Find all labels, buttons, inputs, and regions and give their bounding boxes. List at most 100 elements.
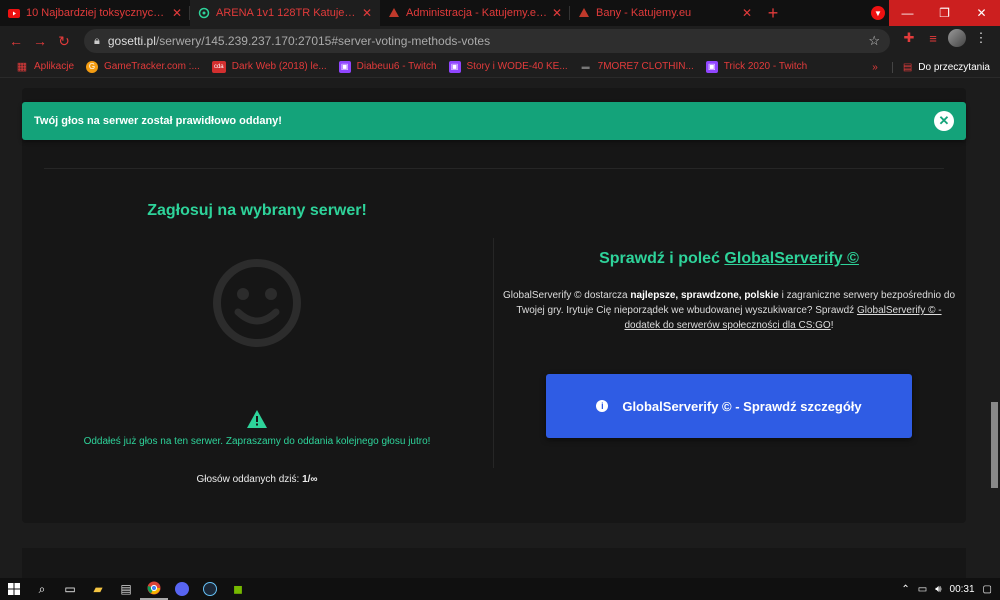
info-icon: i bbox=[596, 400, 609, 412]
youtube-icon bbox=[8, 7, 20, 19]
next-card bbox=[22, 548, 966, 578]
katujemy-icon bbox=[578, 7, 590, 19]
votes-today-label: Głosów oddanych dziś: bbox=[196, 474, 303, 485]
file-explorer-icon[interactable]: ▰ bbox=[84, 578, 112, 600]
extensions-icon[interactable]: ✚ bbox=[900, 30, 918, 46]
chevron-right-icon[interactable]: » bbox=[872, 62, 878, 73]
tab-title: Bany - Katujemy.eu bbox=[596, 7, 692, 19]
twitch-icon: ▣ bbox=[448, 60, 461, 73]
clothing-icon: ▬ bbox=[581, 62, 590, 71]
tab-title: 10 Najbardziej toksycznych subs bbox=[26, 7, 168, 19]
chevron-up-icon[interactable]: ⌃ bbox=[901, 584, 909, 595]
server-icon bbox=[198, 7, 210, 19]
gametracker-icon: G bbox=[86, 60, 99, 73]
tab-youtube[interactable]: 10 Najbardziej toksycznych subs ✕ bbox=[0, 0, 190, 26]
new-tab-button[interactable]: + bbox=[760, 0, 786, 26]
desc-text: ! bbox=[830, 320, 834, 331]
bookmark-gametracker[interactable]: G GameTracker.com :... bbox=[80, 60, 206, 73]
bookmark-story[interactable]: ▣ Story i WODE-40 KE... bbox=[443, 60, 574, 73]
window-controls: — ❐ ✕ bbox=[889, 0, 1000, 26]
globalserverify-heading: Sprawdź i poleć GlobalServerify © bbox=[494, 250, 964, 268]
scrollbar-thumb[interactable] bbox=[991, 402, 998, 488]
bookmark-label: 7MORE7 CLOTHIN... bbox=[597, 61, 694, 72]
notifications-icon[interactable]: ▢ bbox=[983, 584, 992, 595]
vote-heading: Zagłosuj na wybrany serwer! bbox=[147, 202, 367, 219]
divider bbox=[493, 238, 494, 468]
success-alert: Twój głos na serwer został prawidłowo od… bbox=[22, 102, 966, 140]
apps-icon: ▦ bbox=[16, 61, 28, 73]
bookmark-apps[interactable]: ▦ Aplikacje bbox=[10, 61, 80, 73]
reading-list-button[interactable]: ▤ Do przeczytania bbox=[891, 61, 990, 73]
close-icon[interactable]: ✕ bbox=[172, 6, 182, 20]
toolbar: ← → ↻ 🔒︎ gosetti.pl /serwery/145.239.237… bbox=[0, 26, 1000, 56]
globalserverify-details-button[interactable]: i GlobalServerify © - Sprawdź szczegóły bbox=[546, 374, 912, 438]
avatar[interactable] bbox=[948, 29, 966, 47]
tab-bany[interactable]: Bany - Katujemy.eu ✕ bbox=[570, 0, 760, 26]
toolbar-actions: ✚ ≡ ⋮ bbox=[900, 29, 990, 47]
clock[interactable]: 00:31 bbox=[950, 584, 975, 595]
windows-start-icon[interactable] bbox=[0, 578, 28, 600]
votes-today-value: 1/∞ bbox=[302, 474, 318, 485]
bookmark-label: Trick 2020 - Twitch bbox=[723, 61, 808, 72]
bookmark-trick[interactable]: ▣ Trick 2020 - Twitch bbox=[700, 60, 813, 73]
reading-list-icon: ▤ bbox=[902, 61, 913, 73]
search-icon[interactable]: ⌕ bbox=[28, 578, 56, 600]
tab-strip: 10 Najbardziej toksycznych subs ✕ ARENA … bbox=[0, 0, 1000, 26]
divider bbox=[44, 168, 944, 169]
bookmarks-right: » ▤ Do przeczytania bbox=[872, 56, 990, 78]
star-icon[interactable]: ☆ bbox=[868, 33, 880, 49]
globalserverify-description: GlobalServerify © dostarcza najlepsze, s… bbox=[502, 288, 956, 333]
bookmark-diabeuu6[interactable]: ▣ Diabeuu6 - Twitch bbox=[333, 60, 443, 73]
taskbar: ⌕ ▭ ▰ ▤ ◼ ⌃ ▭ 🔊︎ 00:31 ▢ bbox=[0, 578, 1000, 600]
smile-icon bbox=[213, 259, 301, 347]
bookmark-dark-web[interactable]: cda Dark Web (2018) le... bbox=[206, 60, 333, 73]
bookmark-label: Dark Web (2018) le... bbox=[231, 61, 327, 72]
volume-icon[interactable]: 🔊︎ bbox=[935, 584, 941, 595]
globalserverify-link[interactable]: GlobalServerify © bbox=[724, 250, 859, 267]
close-icon[interactable]: ✕ bbox=[934, 111, 954, 131]
tab-arena[interactable]: ARENA 1v1 128TR Katujemy.eu ✕ bbox=[190, 0, 380, 26]
steam-icon[interactable] bbox=[196, 578, 224, 600]
chrome-icon[interactable] bbox=[140, 578, 168, 600]
close-window-button[interactable]: ✕ bbox=[963, 0, 1000, 26]
desc-bold: najlepsze, sprawdzone, polskie bbox=[630, 290, 779, 301]
lock-icon: 🔒︎ bbox=[94, 34, 100, 47]
tab-title: ARENA 1v1 128TR Katujemy.eu bbox=[216, 7, 358, 19]
page-content: Twój głos na serwer został prawidłowo od… bbox=[0, 78, 988, 578]
discord-icon[interactable] bbox=[168, 578, 196, 600]
reading-list-label: Do przeczytania bbox=[918, 61, 990, 73]
network-icon[interactable]: ▭ bbox=[918, 584, 927, 595]
address-bar[interactable]: 🔒︎ gosetti.pl /serwery/145.239.237.170:2… bbox=[84, 29, 890, 53]
back-icon[interactable]: ← bbox=[4, 29, 28, 53]
desc-text: GlobalServerify © dostarcza bbox=[502, 290, 631, 301]
store-icon[interactable]: ▤ bbox=[112, 578, 140, 600]
menu-icon[interactable]: ⋮ bbox=[972, 30, 990, 46]
reload-icon[interactable]: ↻ bbox=[52, 29, 76, 53]
heading-prefix: Sprawdź i poleć bbox=[599, 250, 725, 267]
url-host: gosetti.pl bbox=[107, 34, 156, 48]
playlist-icon[interactable]: ≡ bbox=[924, 31, 942, 46]
url-path: /serwery/145.239.237.170:27015#server-vo… bbox=[155, 34, 491, 48]
minimize-button[interactable]: — bbox=[889, 0, 926, 26]
tab-title: Administracja - Katujemy.eu - Se bbox=[406, 7, 548, 19]
cda-icon: cda bbox=[211, 60, 226, 73]
bookmark-label: Diabeuu6 - Twitch bbox=[356, 61, 437, 72]
twitch-icon: ▣ bbox=[705, 60, 718, 73]
media-icon[interactable]: ▼ bbox=[871, 6, 885, 20]
bookmark-label: GameTracker.com :... bbox=[104, 61, 200, 72]
close-icon[interactable]: ✕ bbox=[742, 6, 752, 20]
scrollbar[interactable] bbox=[988, 78, 1000, 578]
maximize-button[interactable]: ❐ bbox=[926, 0, 963, 26]
button-label: GlobalServerify © - Sprawdź szczegóły bbox=[622, 398, 862, 414]
tab-administracja[interactable]: Administracja - Katujemy.eu - Se ✕ bbox=[380, 0, 570, 26]
close-icon[interactable]: ✕ bbox=[362, 6, 372, 20]
task-view-icon[interactable]: ▭ bbox=[56, 578, 84, 600]
close-icon[interactable]: ✕ bbox=[552, 6, 562, 20]
alert-text: Twój głos na serwer został prawidłowo od… bbox=[34, 115, 282, 127]
bookmark-7more7[interactable]: ▬ 7MORE7 CLOTHIN... bbox=[574, 61, 700, 73]
bookmarks-bar: ▦ Aplikacje G GameTracker.com :... cda D… bbox=[0, 56, 1000, 78]
katujemy-icon bbox=[388, 7, 400, 19]
nvidia-icon[interactable]: ◼ bbox=[224, 578, 252, 600]
forward-icon[interactable]: → bbox=[28, 29, 52, 53]
votes-today: Głosów oddanych dziś: 1/∞ bbox=[0, 474, 514, 485]
